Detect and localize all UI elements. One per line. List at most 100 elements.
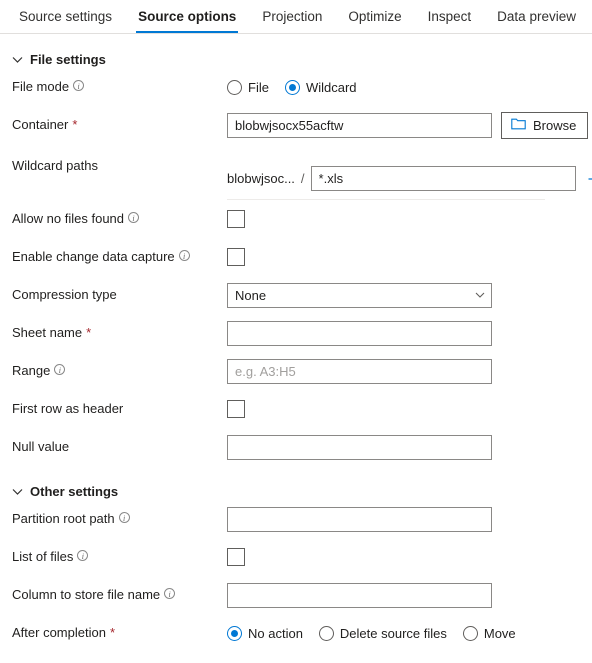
folder-icon: [511, 117, 526, 133]
row-first-row-as-header: First row as header: [0, 390, 592, 428]
control-wildcard-paths: blobwjsoc... /: [227, 154, 592, 200]
label-after-completion: After completion *: [12, 625, 227, 641]
row-allow-no-files-found: Allow no files found: [0, 200, 592, 238]
label-range-text: Range: [12, 363, 51, 378]
control-range: [227, 358, 492, 384]
chevron-down-icon: [12, 54, 23, 65]
label-partition-root-path-text: Partition root path: [12, 511, 115, 526]
label-wildcard-paths: Wildcard paths: [12, 154, 227, 174]
required-asterisk: *: [109, 625, 115, 640]
radio-indicator: [284, 79, 300, 95]
label-allow-no-files-found: Allow no files found: [12, 211, 227, 227]
partition-root-path-input[interactable]: [227, 506, 492, 532]
row-null-value: Null value: [0, 428, 592, 466]
radio-group-file-mode: File Wildcard: [227, 79, 357, 95]
control-container: Browse: [227, 111, 589, 139]
control-list-of-files: [227, 548, 245, 566]
radio-after-completion-move[interactable]: Move: [462, 625, 516, 641]
first-row-as-header-checkbox[interactable]: [227, 400, 245, 418]
label-list-of-files-text: List of files: [12, 549, 74, 564]
required-asterisk: *: [86, 325, 92, 340]
sheet-name-input[interactable]: [227, 320, 492, 346]
container-input[interactable]: [227, 112, 492, 138]
label-file-mode-text: File mode: [12, 79, 70, 94]
label-container: Container *: [12, 117, 227, 133]
label-column-to-store-file-name-text: Column to store file name: [12, 587, 161, 602]
row-partition-root-path: Partition root path: [0, 500, 592, 538]
section-header-other-settings[interactable]: Other settings: [0, 466, 592, 500]
section-title-file-settings: File settings: [30, 51, 106, 67]
control-null-value: [227, 434, 492, 460]
radio-file-mode-file[interactable]: File: [227, 79, 269, 95]
radio-label: No action: [248, 625, 303, 641]
label-file-mode: File mode: [12, 79, 227, 95]
radio-label: Wildcard: [305, 79, 357, 95]
label-compression-type: Compression type: [12, 287, 227, 303]
radio-after-completion-delete-source-files[interactable]: Delete source files: [318, 625, 447, 641]
radio-label: File: [248, 79, 269, 95]
tab-source-options[interactable]: Source options: [125, 10, 249, 33]
source-options-form: File settings File mode File Wildcard Co…: [0, 34, 592, 652]
label-list-of-files: List of files: [12, 549, 227, 565]
label-sheet-name: Sheet name *: [12, 325, 227, 341]
label-container-text: Container: [12, 117, 69, 132]
info-icon[interactable]: [128, 211, 140, 227]
tab-optimize[interactable]: Optimize: [335, 10, 414, 33]
info-icon[interactable]: [178, 249, 190, 265]
tab-data-preview[interactable]: Data preview: [484, 10, 589, 33]
radio-file-mode-wildcard[interactable]: Wildcard: [284, 79, 357, 95]
radio-label: Delete source files: [339, 625, 447, 641]
radio-indicator: [227, 625, 242, 641]
label-first-row-as-header-text: First row as header: [12, 401, 124, 416]
info-icon[interactable]: [118, 511, 130, 527]
radio-indicator: [462, 625, 478, 641]
label-null-value-text: Null value: [12, 439, 70, 454]
label-null-value: Null value: [12, 439, 227, 455]
column-to-store-file-name-input[interactable]: [227, 582, 492, 608]
info-icon[interactable]: [73, 79, 85, 95]
row-range: Range: [0, 352, 592, 390]
tab-inspect[interactable]: Inspect: [415, 10, 485, 33]
row-file-mode: File mode File Wildcard: [0, 68, 592, 106]
row-wildcard-paths: Wildcard paths blobwjsoc... /: [0, 144, 592, 200]
enable-change-data-capture-checkbox[interactable]: [227, 248, 245, 266]
plus-icon[interactable]: [583, 167, 592, 191]
compression-type-select[interactable]: None: [227, 282, 492, 308]
row-compression-type: Compression type None: [0, 276, 592, 314]
tab-source-settings[interactable]: Source settings: [6, 10, 125, 33]
row-list-of-files: List of files: [0, 538, 592, 576]
label-column-to-store-file-name: Column to store file name: [12, 587, 227, 603]
label-sheet-name-text: Sheet name: [12, 325, 83, 340]
label-after-completion-text: After completion: [12, 625, 106, 640]
wildcard-path-input[interactable]: [310, 166, 576, 191]
radio-group-after-completion: No action Delete source files Move: [227, 625, 516, 641]
row-sheet-name: Sheet name *: [0, 314, 592, 352]
wildcard-path-prefix: blobwjsoc...: [227, 171, 295, 186]
label-allow-no-files-found-text: Allow no files found: [12, 211, 125, 226]
range-input[interactable]: [227, 358, 492, 384]
row-enable-change-data-capture: Enable change data capture: [0, 238, 592, 276]
info-icon[interactable]: [54, 363, 66, 379]
radio-indicator: [227, 79, 242, 95]
label-range: Range: [12, 363, 227, 379]
radio-after-completion-no-action[interactable]: No action: [227, 625, 303, 641]
wildcard-path-separator: /: [300, 171, 305, 186]
row-after-completion: After completion * No action Delete sour…: [0, 614, 592, 652]
control-compression-type: None: [227, 282, 492, 308]
control-partition-root-path: [227, 506, 492, 532]
tab-projection[interactable]: Projection: [249, 10, 335, 33]
radio-label: Move: [483, 625, 516, 641]
null-value-input[interactable]: [227, 434, 492, 460]
info-icon[interactable]: [164, 587, 176, 603]
browse-button-label: Browse: [533, 117, 577, 133]
allow-no-files-found-checkbox[interactable]: [227, 210, 245, 228]
list-of-files-checkbox[interactable]: [227, 548, 245, 566]
control-first-row-as-header: [227, 400, 245, 418]
compression-type-select-wrap: None: [227, 282, 492, 308]
section-header-file-settings[interactable]: File settings: [0, 34, 592, 68]
label-enable-change-data-capture-text: Enable change data capture: [12, 249, 175, 264]
browse-button[interactable]: Browse: [501, 111, 589, 139]
chevron-down-icon: [12, 486, 23, 497]
label-enable-change-data-capture: Enable change data capture: [12, 249, 227, 265]
info-icon[interactable]: [77, 549, 89, 565]
